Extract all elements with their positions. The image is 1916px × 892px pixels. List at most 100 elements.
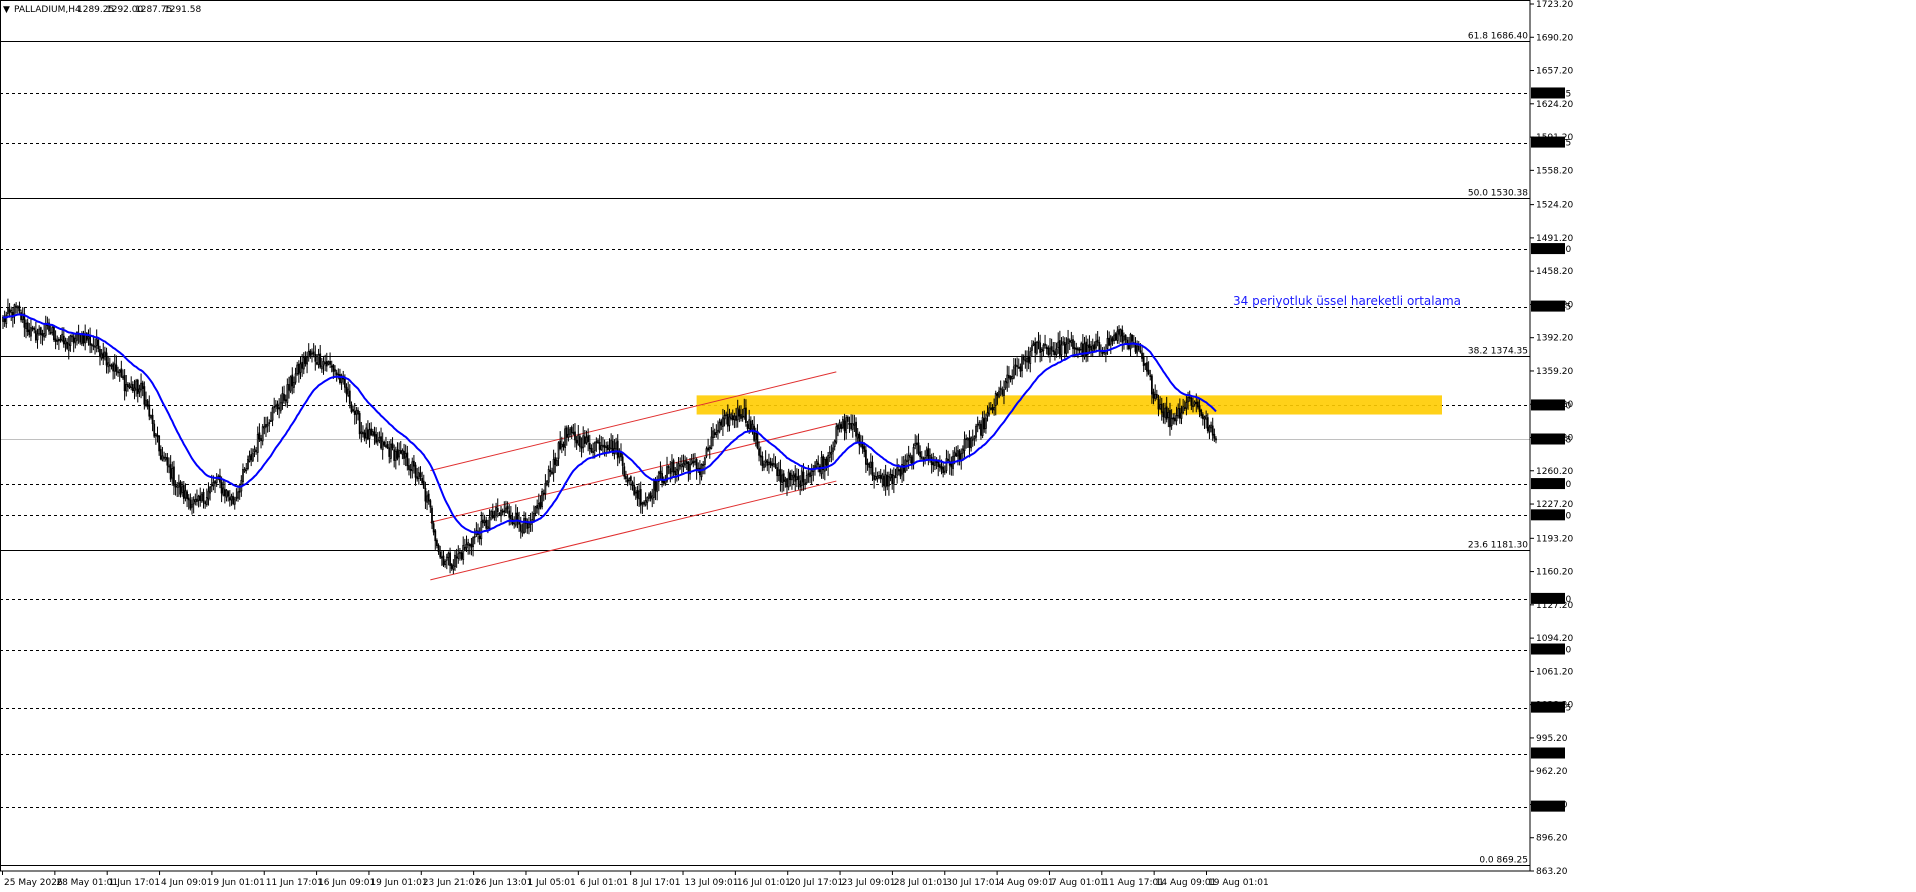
candle <box>1175 406 1178 426</box>
price-chart[interactable]: 1723.201690.201657.201624.201591.201558.… <box>0 0 1916 888</box>
candle-body <box>220 482 223 494</box>
candle-body <box>891 474 894 485</box>
candle <box>191 497 193 515</box>
candle-body <box>892 474 895 484</box>
candle <box>914 434 917 450</box>
candle-body <box>422 480 425 489</box>
candle-body <box>1022 356 1025 361</box>
candle <box>631 480 634 491</box>
candle <box>1190 396 1193 411</box>
candle <box>1172 413 1175 425</box>
candle-body <box>740 414 742 419</box>
candle <box>113 354 116 379</box>
candle <box>1134 337 1137 354</box>
candle <box>559 431 562 451</box>
candle <box>1060 337 1063 363</box>
candle-body <box>1098 342 1101 351</box>
candle <box>830 444 833 463</box>
candle <box>370 422 373 437</box>
candle-body <box>863 446 866 453</box>
candle-body <box>694 460 696 463</box>
candle-body <box>772 462 775 465</box>
candle <box>983 410 986 433</box>
time-tick-label: 7 Aug 01:01 <box>1051 878 1106 888</box>
candle <box>154 432 157 445</box>
candle <box>72 332 75 353</box>
candle-body <box>907 455 910 461</box>
candle-body <box>1114 333 1117 341</box>
candle-body <box>67 343 70 351</box>
candle-body <box>1111 338 1114 342</box>
candle-body <box>1177 408 1180 417</box>
price-tick-label: 1491.20 <box>1536 234 1573 244</box>
candle <box>789 470 792 487</box>
candle-body <box>181 486 184 493</box>
candle <box>319 345 322 369</box>
candle-body <box>807 473 810 476</box>
candle-body <box>1180 412 1183 419</box>
candle <box>153 419 156 439</box>
candle <box>707 438 710 452</box>
candle <box>1022 354 1025 365</box>
candle <box>33 326 36 334</box>
candle-body <box>1042 344 1045 352</box>
candle-body <box>906 460 908 463</box>
candle <box>66 338 69 350</box>
candle-body <box>320 365 323 370</box>
candle-body <box>929 455 931 460</box>
candle-body <box>1035 341 1038 354</box>
candle <box>352 405 354 413</box>
candle <box>174 480 177 496</box>
candle-body <box>159 449 162 460</box>
candle-body <box>44 323 47 336</box>
candle <box>1091 338 1094 358</box>
candle-body <box>618 451 621 458</box>
candle-body <box>150 415 152 418</box>
fibonacci-label: 38.2 1374.35 <box>1468 347 1528 357</box>
candle-body <box>560 443 563 448</box>
candle <box>108 357 111 373</box>
candle <box>970 436 972 452</box>
candle-body <box>779 468 782 483</box>
candle <box>434 529 437 550</box>
price-tick-label: 863.20 <box>1536 867 1568 877</box>
candle-body <box>837 424 839 430</box>
candle-body <box>227 491 230 497</box>
candle-body <box>1206 417 1209 432</box>
time-tick-label: 11 Jun 17:01 <box>266 878 323 888</box>
candle <box>189 493 192 511</box>
candle-body <box>909 454 912 458</box>
candle <box>399 440 402 455</box>
candle <box>322 355 325 375</box>
candle <box>781 469 783 493</box>
candle-body <box>592 451 594 453</box>
candle <box>643 500 645 507</box>
candle-body <box>485 519 488 529</box>
candle-body <box>223 489 226 497</box>
candle <box>97 338 100 353</box>
candle <box>289 375 292 394</box>
candle-body <box>519 524 522 532</box>
candle-body <box>758 448 760 456</box>
candle-body <box>191 504 193 508</box>
candle-body <box>301 361 304 369</box>
candle <box>1085 335 1088 363</box>
candle-body <box>682 462 685 467</box>
candle <box>16 305 19 314</box>
candle-body <box>881 474 884 480</box>
candle-body <box>357 409 359 415</box>
candle <box>253 445 256 458</box>
candle-body <box>102 352 105 359</box>
candle <box>925 446 928 461</box>
candle-body <box>559 440 562 449</box>
candle <box>536 499 539 514</box>
candle-body <box>768 461 770 465</box>
candle <box>855 417 857 443</box>
candle <box>348 384 351 409</box>
price-tick-label: 1061.20 <box>1536 667 1573 677</box>
candle <box>156 426 159 443</box>
candle <box>416 467 419 482</box>
candle-body <box>1017 366 1020 369</box>
candle <box>444 559 447 568</box>
candle <box>675 461 678 482</box>
